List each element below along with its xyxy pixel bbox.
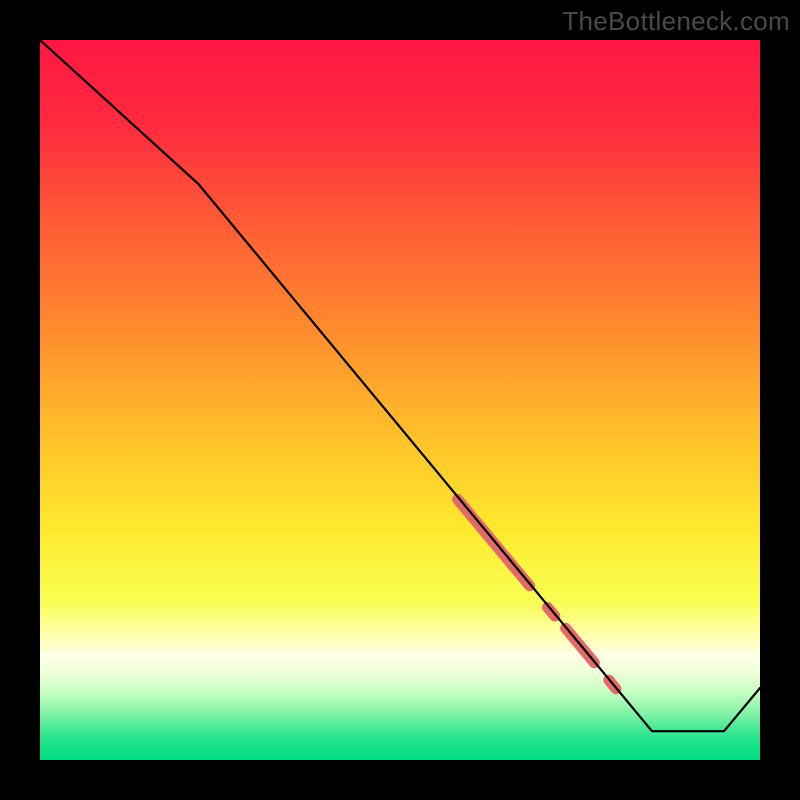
bottleneck-chart [40,40,760,760]
gradient-background [40,40,760,760]
chart-root: TheBottleneck.com [0,0,800,800]
watermark-text: TheBottleneck.com [562,6,790,37]
